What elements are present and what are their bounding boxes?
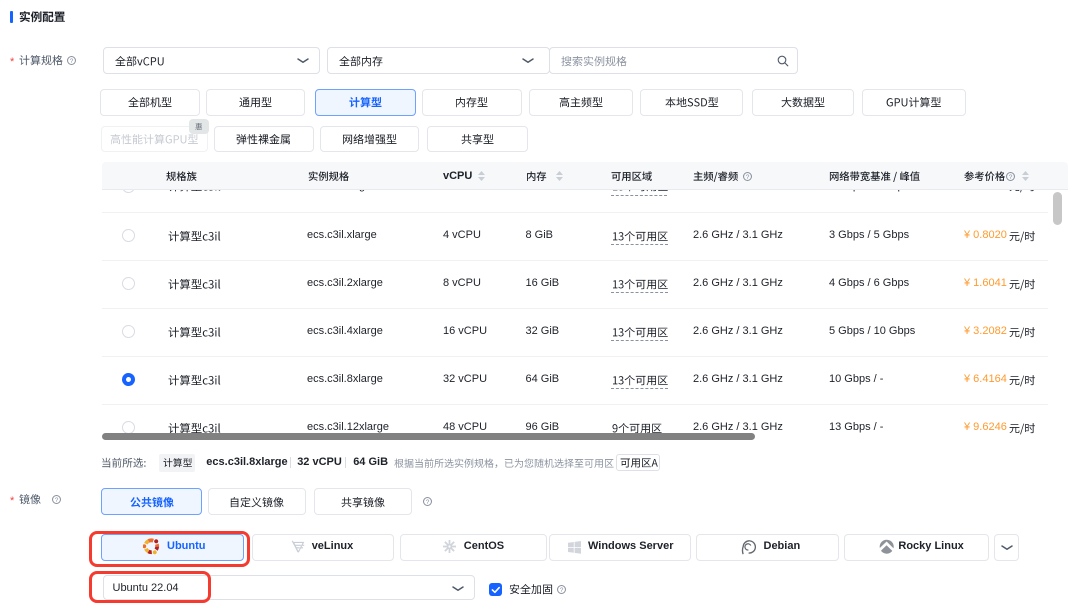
svg-text:?: ? bbox=[55, 497, 59, 504]
svg-text:?: ? bbox=[426, 499, 430, 506]
svg-text:?: ? bbox=[745, 174, 749, 181]
svg-text:?: ? bbox=[1009, 174, 1013, 181]
svg-text:?: ? bbox=[69, 57, 73, 64]
svg-text:?: ? bbox=[560, 587, 564, 594]
